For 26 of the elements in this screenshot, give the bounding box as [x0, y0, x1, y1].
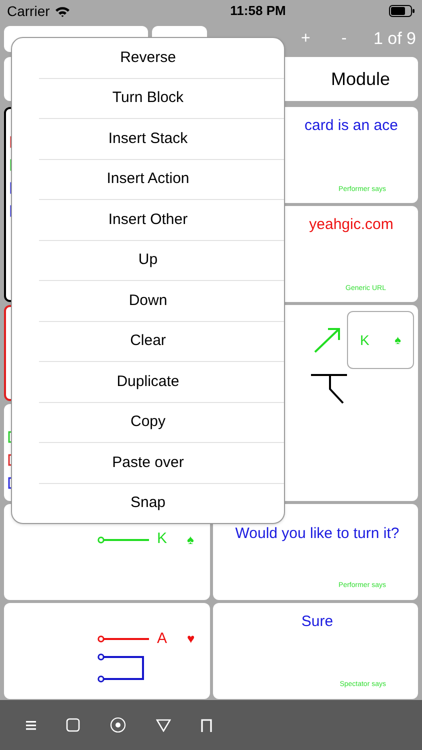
wifi-icon: [54, 6, 70, 16]
connector-icon: [97, 634, 149, 643]
action-card[interactable]: A ♥: [4, 602, 210, 699]
triangle-icon[interactable]: [156, 718, 171, 732]
menu-item[interactable]: Reverse: [27, 38, 284, 78]
speech-text: Would you like to turn it?: [235, 524, 400, 543]
card-rank: A: [157, 628, 168, 649]
menu-icon[interactable]: [26, 720, 36, 730]
carrier-label: Carrier: [7, 2, 50, 20]
gate-icon[interactable]: [201, 718, 212, 732]
card-rank: K: [157, 529, 168, 550]
radio-icon[interactable]: [110, 717, 126, 733]
connector-icon: [97, 536, 149, 544]
arrow-icon: [313, 326, 341, 354]
speech-text: yeahgic.com: [309, 216, 394, 234]
card-rank: K: [360, 330, 370, 350]
page-counter: 1 of 9: [373, 28, 416, 50]
module-title: Module: [330, 68, 390, 90]
speech-text: card is an ace: [304, 117, 398, 135]
square-icon[interactable]: [66, 718, 80, 732]
card-suit: ♠: [187, 530, 194, 549]
card-suit: ♠: [394, 332, 401, 350]
card-suit: ♥: [187, 630, 195, 648]
speech-text: Sure: [301, 612, 334, 631]
clock-time: 11:58 PM: [229, 2, 287, 20]
battery-icon: [389, 5, 415, 17]
